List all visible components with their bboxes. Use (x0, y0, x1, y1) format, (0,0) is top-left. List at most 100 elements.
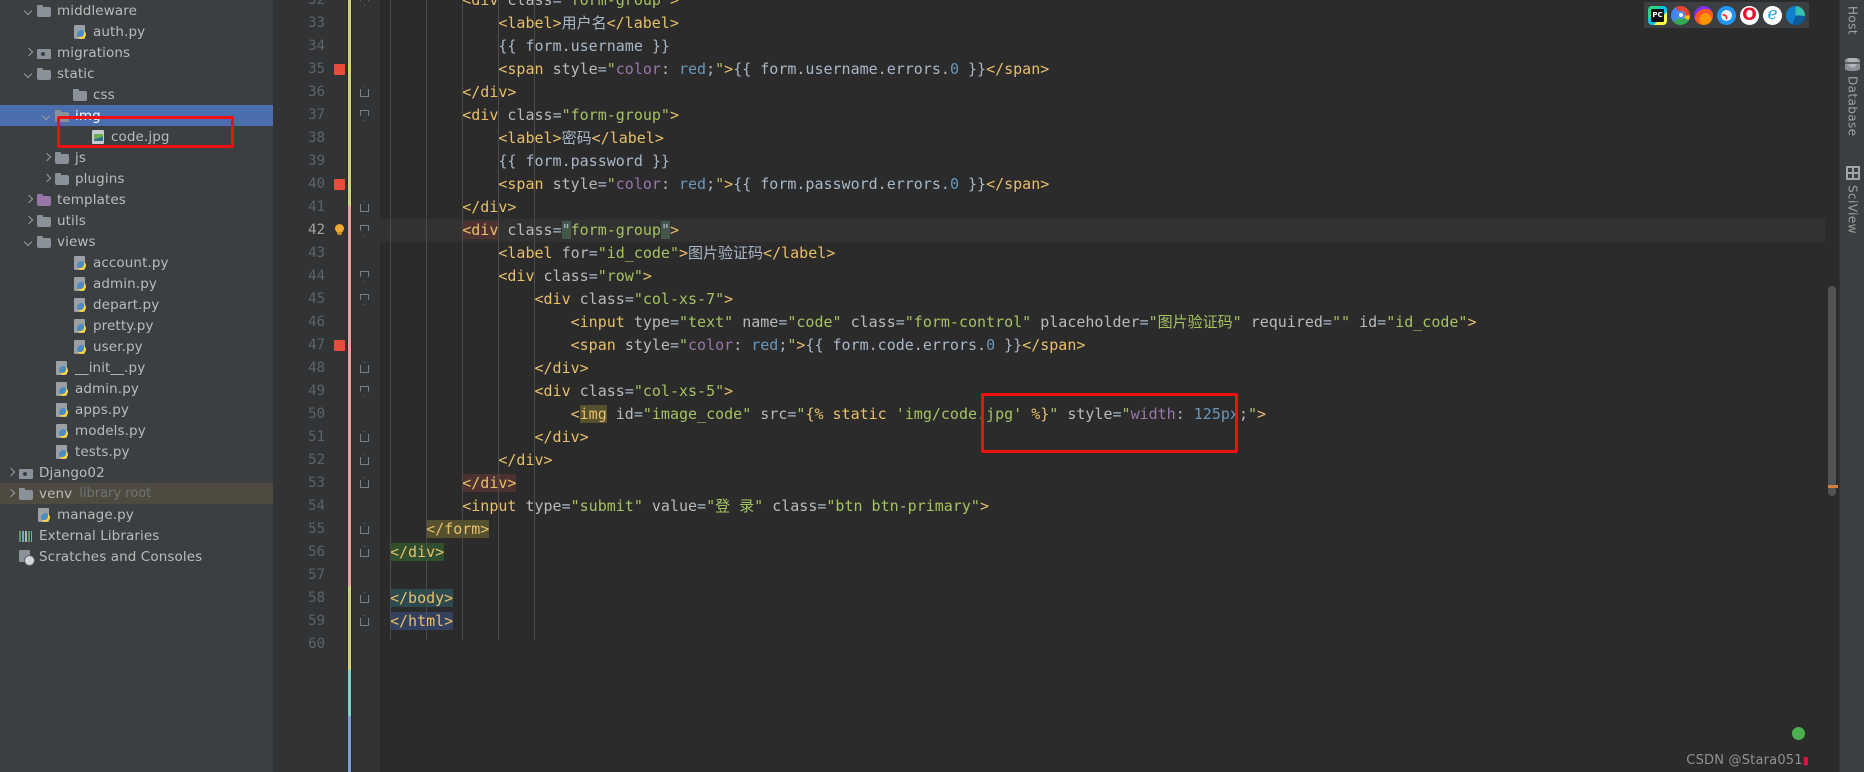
code-line[interactable]: <div class="row"> (380, 265, 1839, 288)
inspection-status-indicator[interactable] (1792, 727, 1805, 740)
chevron-down-icon[interactable] (40, 109, 53, 122)
tree-item-js[interactable]: js (0, 147, 273, 168)
chevron-right-icon[interactable] (22, 46, 35, 59)
chevron-right-icon[interactable] (22, 214, 35, 227)
line-number[interactable]: 54 (273, 495, 333, 518)
tree-item-venv[interactable]: venv library root (0, 483, 273, 504)
code-line[interactable]: <input type="submit" value="登 录" class="… (380, 495, 1839, 518)
tool-button-sciview[interactable]: SciView (1840, 166, 1864, 234)
browser-preview-toolbar[interactable] (1644, 2, 1809, 28)
fold-close-icon[interactable] (360, 432, 371, 443)
tree-item-utils[interactable]: utils (0, 210, 273, 231)
code-line[interactable]: </div> (380, 541, 1839, 564)
line-number-gutter[interactable]: 32 33 34 35 36 37 38 39 40 41 42 43 44 45 46 47 48 49 50 51… (273, 0, 333, 772)
line-number[interactable]: 32 (273, 0, 333, 12)
fold-close-icon[interactable] (360, 616, 371, 627)
line-number[interactable]: 43 (273, 242, 333, 265)
editor-scrollbar[interactable] (1825, 0, 1839, 772)
tree-item-manage-py[interactable]: manage.py (0, 504, 273, 525)
chevron-down-icon[interactable] (22, 67, 35, 80)
tree-item-apps-py[interactable]: apps.py (0, 399, 273, 420)
tree-item-code-jpg[interactable]: code.jpg (0, 126, 273, 147)
fold-close-icon[interactable] (360, 363, 371, 374)
fold-close-icon[interactable] (360, 202, 371, 213)
tree-item-static[interactable]: static (0, 63, 273, 84)
code-folding-gutter[interactable] (352, 0, 380, 772)
line-number[interactable]: 57 (273, 564, 333, 587)
breakpoint-gutter[interactable] (333, 0, 347, 772)
code-line[interactable]: <span style="color: red;">{{ form.passwo… (380, 173, 1839, 196)
tree-item-models-py[interactable]: models.py (0, 420, 273, 441)
tree-item--init-py[interactable]: __init__.py (0, 357, 273, 378)
line-number[interactable]: 46 (273, 311, 333, 334)
line-number[interactable]: 41 (273, 196, 333, 219)
code-line[interactable]: </body> (380, 587, 1839, 610)
code-line[interactable]: <div class="form-group"> (380, 0, 1839, 12)
code-line[interactable]: <div class="col-xs-7"> (380, 288, 1839, 311)
line-number[interactable]: 60 (273, 633, 333, 656)
tree-item-django02[interactable]: Django02 (0, 462, 273, 483)
code-line[interactable] (380, 633, 1839, 656)
code-line[interactable]: <label for="id_code">图片验证码</label> (380, 242, 1839, 265)
tree-item-external-libraries[interactable]: External Libraries (0, 525, 273, 546)
line-number[interactable]: 52 (273, 449, 333, 472)
chevron-right-icon[interactable] (4, 487, 17, 500)
code-line[interactable]: </div> (380, 357, 1839, 380)
tree-item-scratches-and-consoles[interactable]: Scratches and Consoles (0, 546, 273, 567)
tree-item-templates[interactable]: templates (0, 189, 273, 210)
tool-button-database[interactable]: Database (1840, 58, 1864, 136)
code-line[interactable]: <div class="col-xs-5"> (380, 380, 1839, 403)
line-number[interactable]: 33 (273, 12, 333, 35)
line-number[interactable]: 55 (273, 518, 333, 541)
fold-open-icon[interactable] (360, 271, 371, 282)
line-number[interactable]: 50 (273, 403, 333, 426)
tree-item-admin-py[interactable]: admin.py (0, 378, 273, 399)
code-line[interactable]: </html> (380, 610, 1839, 633)
breakpoint-icon[interactable] (334, 64, 345, 75)
tree-item-depart-py[interactable]: depart.py (0, 294, 273, 315)
intention-bulb-icon[interactable] (333, 223, 346, 238)
line-number[interactable]: 58 (273, 587, 333, 610)
fold-close-icon[interactable] (360, 455, 371, 466)
fold-close-icon[interactable] (360, 547, 371, 558)
fold-open-icon[interactable] (360, 294, 371, 305)
code-line[interactable] (380, 564, 1839, 587)
chevron-right-icon[interactable] (4, 466, 17, 479)
fold-close-icon[interactable] (360, 593, 371, 604)
fold-close-icon[interactable] (360, 524, 371, 535)
fold-open-icon[interactable] (360, 110, 371, 121)
chevron-down-icon[interactable] (22, 4, 35, 17)
code-line[interactable]: </form> (380, 518, 1839, 541)
tree-item-user-py[interactable]: user.py (0, 336, 273, 357)
fold-close-icon[interactable] (360, 478, 371, 489)
tree-item-account-py[interactable]: account.py (0, 252, 273, 273)
code-line[interactable]: {{ form.username }} (380, 35, 1839, 58)
edge-preview-icon[interactable] (1786, 5, 1805, 25)
tree-item-admin-py[interactable]: admin.py (0, 273, 273, 294)
line-number[interactable]: 37 (273, 104, 333, 127)
tree-item-pretty-py[interactable]: pretty.py (0, 315, 273, 336)
line-number[interactable]: 44 (273, 265, 333, 288)
line-number[interactable]: 36 (273, 81, 333, 104)
tree-item-css[interactable]: css (0, 84, 273, 105)
line-number[interactable]: 59 (273, 610, 333, 633)
chrome-preview-icon[interactable] (1671, 5, 1690, 25)
internet-explorer-preview-icon[interactable] (1763, 5, 1782, 25)
project-tree-panel[interactable]: middleware auth.py migrations static css img c… (0, 0, 273, 772)
fold-open-icon[interactable] (360, 225, 371, 236)
code-editor[interactable]: 32 33 34 35 36 37 38 39 40 41 42 43 44 45 46 47 48 49 50 51… (273, 0, 1839, 772)
safari-preview-icon[interactable] (1717, 5, 1736, 25)
tree-item-middleware[interactable]: middleware (0, 0, 273, 21)
line-number[interactable]: 45 (273, 288, 333, 311)
line-number[interactable]: 42 (273, 219, 333, 242)
line-number[interactable]: 47 (273, 334, 333, 357)
tree-item-migrations[interactable]: migrations (0, 42, 273, 63)
code-line[interactable]: <img id="image_code" src="{% static 'img… (380, 403, 1839, 426)
code-line[interactable]: <span style="color: red;">{{ form.userna… (380, 58, 1839, 81)
fold-close-icon[interactable] (360, 87, 371, 98)
code-text-area[interactable]: <div class="form-group"> <label>用户名</lab… (380, 0, 1839, 772)
line-number[interactable]: 56 (273, 541, 333, 564)
tree-item-views[interactable]: views (0, 231, 273, 252)
code-line[interactable]: </div> (380, 472, 1839, 495)
pycharm-preview-icon[interactable] (1648, 5, 1667, 25)
